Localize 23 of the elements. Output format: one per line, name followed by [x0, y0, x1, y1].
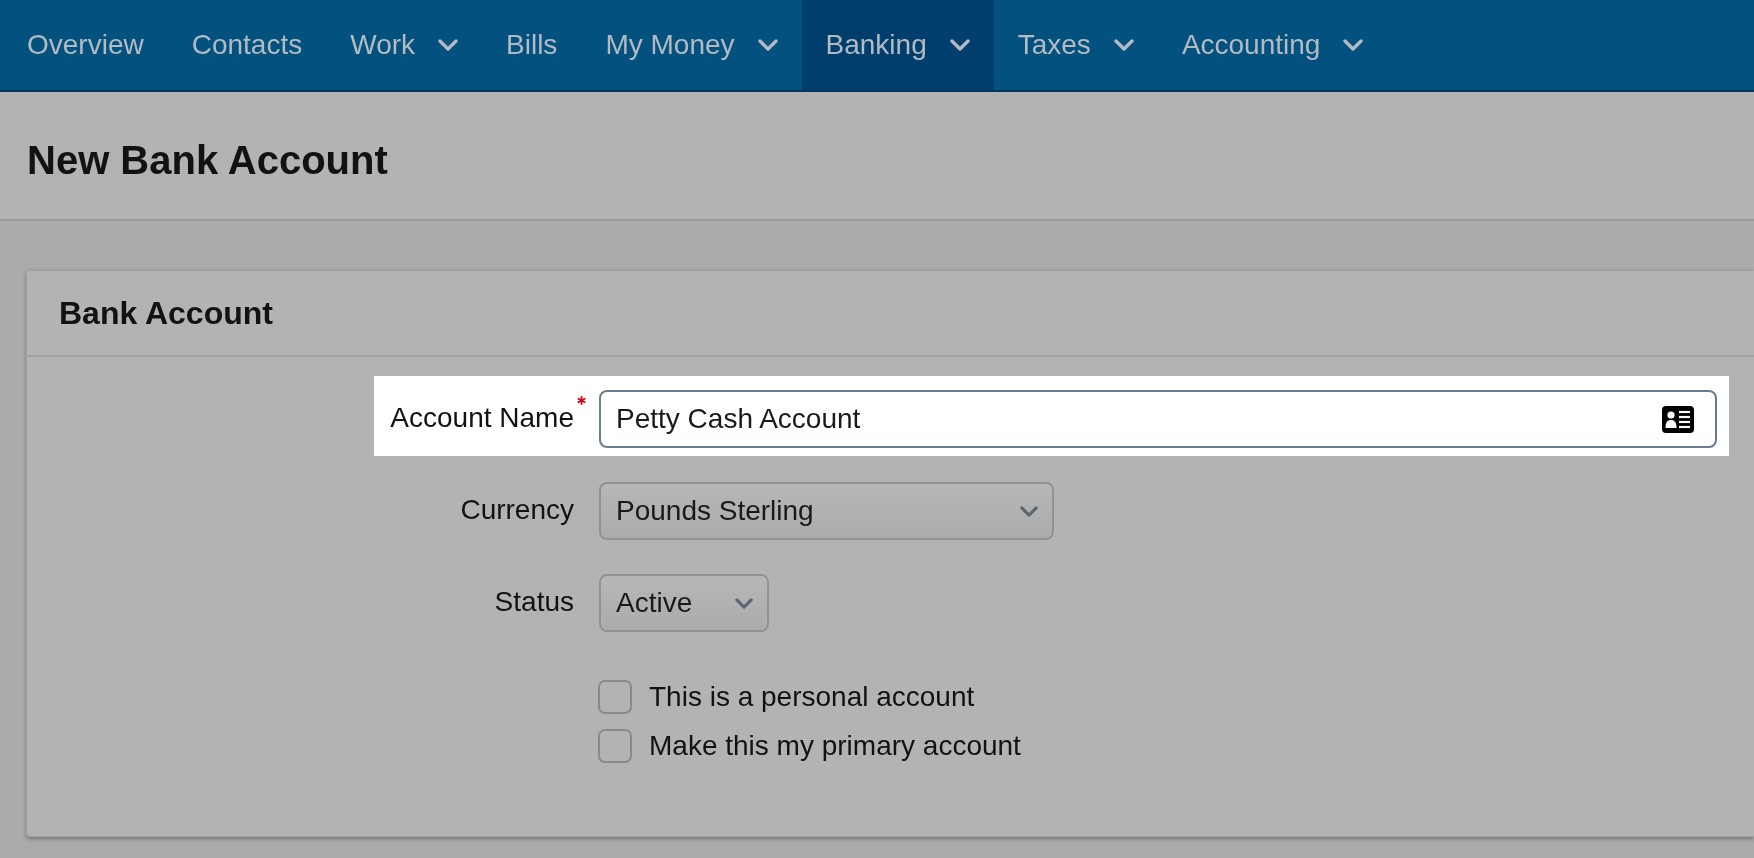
checkbox[interactable]	[598, 680, 632, 714]
nav-tab[interactable]: My Money	[581, 0, 802, 90]
nav-tab[interactable]: Taxes	[993, 0, 1158, 90]
dropdown-select[interactable]: Pounds Sterling	[599, 482, 1054, 540]
nav-tab[interactable]: Bills	[482, 0, 582, 90]
text-input[interactable]: Petty Cash Account	[599, 390, 1717, 448]
nav-tab[interactable]: Contacts	[167, 0, 327, 90]
field-label: Account Name	[390, 402, 574, 433]
page-title: New Bank Account	[27, 139, 388, 180]
contact-card-icon[interactable]	[1662, 405, 1694, 433]
nav-tab[interactable]: Accounting	[1157, 0, 1388, 90]
checkbox-label: Make this my primary account	[649, 729, 1021, 763]
checkbox[interactable]	[598, 729, 632, 763]
checkbox-label: This is a personal account	[649, 680, 975, 714]
field-label: Currency	[460, 494, 574, 525]
field-label: Status	[494, 586, 574, 617]
card-title: Bank Account	[59, 297, 273, 329]
chevron-down-icon	[735, 597, 753, 609]
dropdown-select[interactable]: Active	[599, 574, 769, 632]
nav-tab[interactable]: Work	[326, 0, 483, 90]
nav-tab[interactable]: Banking	[801, 0, 994, 90]
chevron-down-icon	[1020, 505, 1038, 517]
nav-tab[interactable]: Overview	[3, 0, 168, 90]
